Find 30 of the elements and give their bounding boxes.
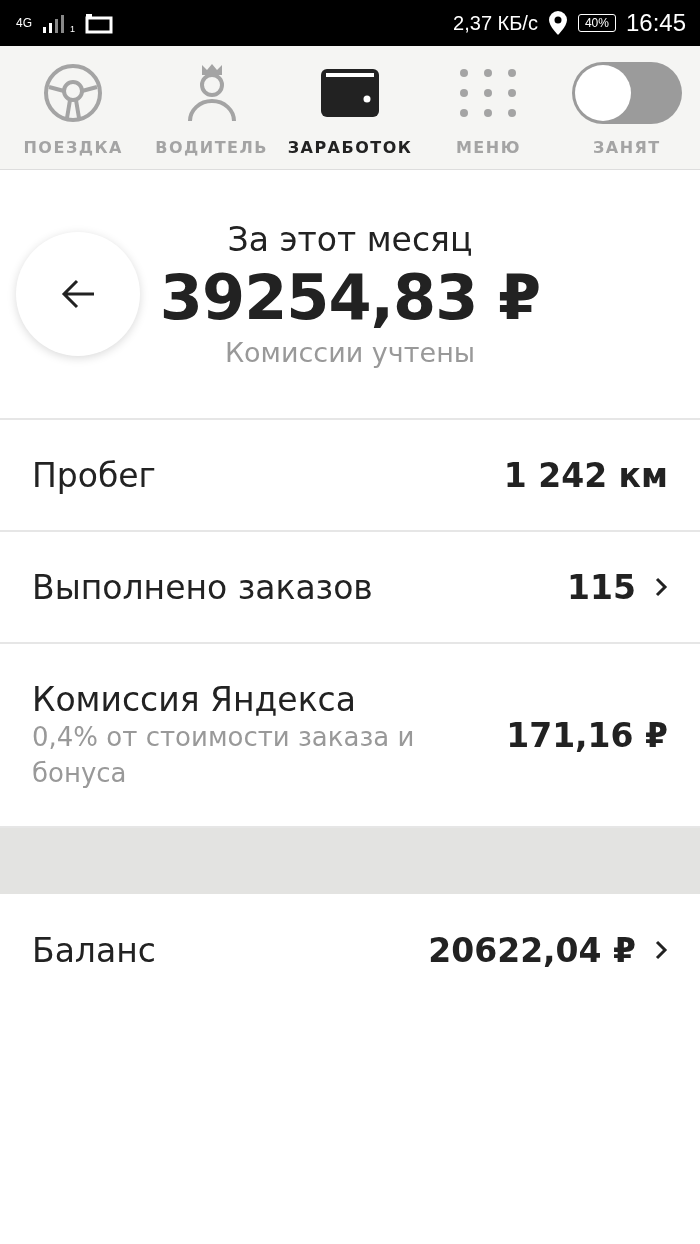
location-pin-icon <box>547 10 568 36</box>
network-speed: 2,37 КБ/с <box>453 11 538 35</box>
list-item[interactable]: Баланс 20622,04 ₽ <box>0 894 700 1006</box>
toggle-label: ЗАНЯТ <box>592 138 661 157</box>
row-value: 115 <box>567 567 636 607</box>
row-label: Комиссия Яндекса <box>32 679 357 719</box>
commission-note: Комиссии учтены <box>224 336 476 370</box>
row-value: 1 242 км <box>503 455 668 495</box>
wallet-icon <box>320 67 380 119</box>
driver-icon <box>185 63 238 123</box>
chevron-icon <box>654 576 668 598</box>
screen-icon <box>85 12 114 34</box>
row-label: Выполнено заказов <box>32 567 373 607</box>
earnings-amount: 39254,83 ₽ <box>159 262 541 334</box>
list-item[interactable]: Выполнено заказов 115 <box>0 532 700 644</box>
nav-tab[interactable]: ЗАРАБОТОК <box>280 46 420 169</box>
network-type: 4G <box>16 17 32 29</box>
period-title: За этот месяц <box>227 219 473 261</box>
clock: 16:45 <box>625 9 686 37</box>
battery-indicator: 40% <box>577 14 616 32</box>
menu-icon <box>458 67 519 119</box>
chevron-icon <box>654 939 668 961</box>
row-label: Баланс <box>32 930 156 970</box>
row-label: Пробег <box>32 455 156 495</box>
row-description: 0,4% от стоимости заказа и бонуса <box>32 720 416 790</box>
row-value: 171,16 ₽ <box>506 715 668 755</box>
row-value: 20622,04 ₽ <box>428 930 636 970</box>
steering-wheel-icon <box>43 63 104 123</box>
sim-number: 1 <box>70 24 76 34</box>
back-arrow-icon <box>61 279 95 309</box>
